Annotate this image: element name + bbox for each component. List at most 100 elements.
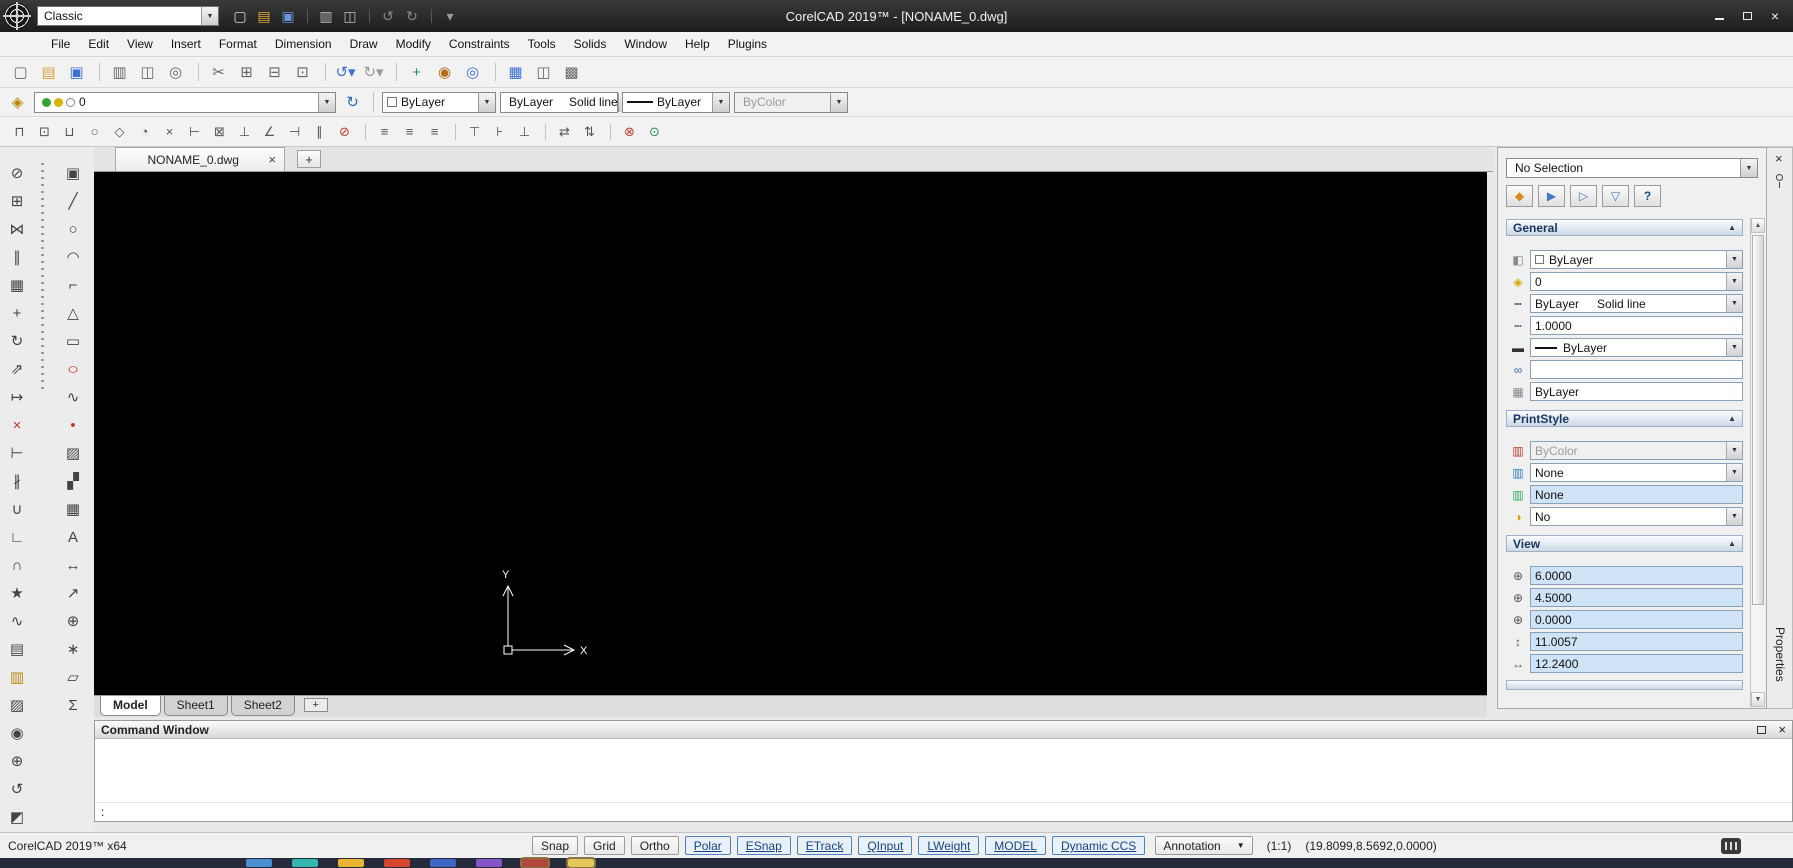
constraint-show-icon[interactable]: ⊙ [643,121,666,143]
new-icon[interactable]: ▢ [229,5,251,27]
grid-toggle[interactable]: Grid [584,836,625,855]
zoom-tool-icon[interactable]: ◉ [4,721,30,745]
taskbar-app-icon[interactable] [246,859,272,867]
collapse-icon[interactable]: ▲ [1728,539,1736,548]
command-input[interactable]: : [95,803,1792,820]
menu-insert[interactable]: Insert [162,34,210,54]
document-tab[interactable]: NONAME_0.dwg × [115,147,285,171]
line-tool-icon[interactable]: ╱ [60,189,86,213]
command-window-header[interactable]: Command Window × [95,721,1792,739]
menu-constraints[interactable]: Constraints [440,34,519,54]
maximize-button[interactable] [1739,8,1755,24]
pan-tool-icon[interactable]: ⊕ [4,749,30,773]
move-tool-icon[interactable]: + [4,301,30,325]
refresh-layers-icon[interactable]: ↻ [340,90,365,114]
sheet-tab-sheet1[interactable]: Sheet1 [163,696,228,716]
new-document-button[interactable]: + [297,150,321,168]
lineweight-field[interactable]: ByLayer ▼ [1530,338,1743,357]
menu-plugins[interactable]: Plugins [719,34,776,54]
customize-toolbar-icon[interactable]: ▾ [431,5,461,27]
align-center-icon[interactable]: ≡ [398,121,421,143]
selection-select[interactable]: No Selection ▼ [1506,158,1758,178]
linetype-select[interactable]: ByLayer Solid line ▼ [500,91,635,113]
lineweight-select[interactable]: ByLayer ▼ [622,91,730,113]
menu-tools[interactable]: Tools [519,34,565,54]
select-entities-icon[interactable]: ▶ [1538,185,1565,207]
paste-icon[interactable]: ⊟ [262,60,287,84]
esnap-insertion-icon[interactable]: ⊠ [208,121,231,143]
esnap-nearest-icon[interactable]: ⊣ [283,121,306,143]
model-toggle[interactable]: MODEL [985,836,1046,855]
grid-settings-icon[interactable]: ▦ [495,60,528,84]
chevron-down-icon[interactable]: ▼ [201,7,218,25]
lweight-toggle[interactable]: LWeight [918,836,980,855]
close-tab-icon[interactable]: × [268,152,276,167]
esnap-endpoint-icon[interactable]: ⊡ [33,121,56,143]
menu-modify[interactable]: Modify [387,34,440,54]
chevron-down-icon[interactable]: ▼ [1740,159,1757,177]
copy-icon[interactable]: ⊞ [234,60,259,84]
close-button[interactable]: × [1767,8,1783,24]
chevron-down-icon[interactable]: ▼ [1726,508,1742,525]
view-width-field[interactable]: 12.2400 [1530,654,1743,673]
distribute-vertical-icon[interactable]: ⇅ [578,121,601,143]
circle-tool-icon[interactable]: ○ [60,217,86,241]
align-middle-icon[interactable]: ⊦ [488,121,511,143]
print-preview-icon[interactable]: ◫ [135,60,160,84]
polygon-tool-icon[interactable]: △ [60,301,86,325]
options-icon[interactable]: ▩ [559,60,584,84]
taskbar-app-icon[interactable] [520,857,550,868]
menu-solids[interactable]: Solids [565,34,616,54]
menu-help[interactable]: Help [676,34,719,54]
collapse-icon[interactable]: ▲ [1728,223,1736,232]
taskbar-app-icon[interactable] [430,859,456,867]
qinput-toggle[interactable]: QInput [858,836,913,855]
print-icon[interactable]: ▥ [307,5,337,27]
leader-tool-icon[interactable]: ↗ [60,581,86,605]
chevron-down-icon[interactable]: ▼ [1726,464,1742,481]
mass-properties-tool-icon[interactable]: Σ [60,693,86,717]
tile-windows-icon[interactable]: ◫ [531,60,556,84]
drawing-canvas[interactable]: Y X [94,172,1487,695]
explode-tool-icon[interactable]: ★ [4,581,30,605]
menu-draw[interactable]: Draw [341,34,387,54]
tolerance-tool-icon[interactable]: ⊕ [60,609,86,633]
hatch-tool-icon[interactable]: ▨ [60,441,86,465]
esnap-midpoint-icon[interactable]: ⊔ [58,121,81,143]
collapse-icon[interactable]: ▲ [1728,414,1736,423]
align-right-icon[interactable]: ≡ [423,121,446,143]
help-icon[interactable]: ? [1634,185,1661,207]
taskbar-app-icon[interactable] [338,859,364,867]
rectangle-tool-icon[interactable]: ▭ [60,329,86,353]
undo-icon[interactable]: ↺▾ [325,60,358,84]
match-properties-tool-icon[interactable]: ▥ [4,665,30,689]
taskbar-app-icon[interactable] [292,859,318,867]
linetype-scale-field[interactable]: 1.0000 [1530,316,1743,335]
open-icon[interactable]: ▤ [253,5,275,27]
panel-title[interactable]: Properties [1773,627,1787,682]
view-center-y-field[interactable]: 4.5000 [1530,588,1743,607]
pattern-tool-icon[interactable]: ▦ [4,273,30,297]
copy-tool-icon[interactable]: ⊞ [4,189,30,213]
new-icon[interactable]: ▢ [8,60,33,84]
paste-special-icon[interactable]: ⊡ [290,60,315,84]
print-icon[interactable]: ▥ [99,60,132,84]
selection-settings-icon[interactable]: ◆ [1506,185,1533,207]
etrack-toggle[interactable]: ETrack [796,836,853,855]
regenerate-tool-icon[interactable]: ↺ [4,777,30,801]
esnap-parallel-icon[interactable]: ∥ [308,121,331,143]
clear-selection-icon[interactable]: ▽ [1602,185,1629,207]
polar-toggle[interactable]: Polar [684,836,731,855]
view-height-field[interactable]: 11.0057 [1530,632,1743,651]
polyline-tool-icon[interactable]: ⌐ [60,273,86,297]
cut-icon[interactable]: ✂ [198,60,231,84]
view-center-z-field[interactable]: 0.0000 [1530,610,1743,629]
taskbar-app-icon[interactable] [566,857,596,868]
save-icon[interactable]: ▣ [277,5,299,27]
align-top-icon[interactable]: ⊤ [455,121,486,143]
layer-select[interactable]: 0 ▼ [34,91,336,113]
layers-manager-icon[interactable]: ◈ [5,90,30,114]
zoom-window-icon[interactable]: ◎ [460,60,485,84]
split-tool-icon[interactable]: ∦ [4,469,30,493]
redo-icon[interactable]: ↻▾ [361,60,386,84]
